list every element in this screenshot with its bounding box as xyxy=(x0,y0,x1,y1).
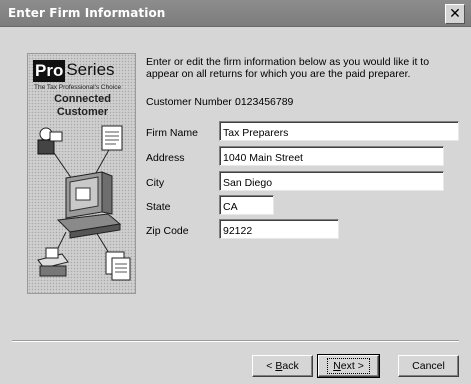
city-field[interactable] xyxy=(219,171,444,191)
customer-number-label: Customer Number : xyxy=(146,96,238,108)
logo-tagline: The Tax Professional's Choice xyxy=(34,84,122,91)
computer-network-illustration xyxy=(37,125,131,281)
back-button[interactable]: < Back xyxy=(252,355,313,377)
next-button-label: Next > xyxy=(327,358,370,374)
proseries-logo: Pro Series xyxy=(33,60,131,82)
branding-panel: Pro Series The Tax Professional's Choice… xyxy=(27,53,136,294)
zip-code-field[interactable] xyxy=(219,219,339,239)
close-icon: ✕ xyxy=(449,6,461,22)
brand-line-connected: Connected xyxy=(54,93,111,105)
firm-name-label: Firm Name xyxy=(146,127,198,139)
cancel-button[interactable]: Cancel xyxy=(398,355,459,377)
window-title: Enter Firm Information xyxy=(8,6,166,20)
intro-text: Enter or edit the firm information below… xyxy=(146,56,430,80)
city-label: City xyxy=(146,177,165,189)
logo-pro-text: Pro xyxy=(33,60,66,82)
firm-name-field[interactable] xyxy=(219,121,459,141)
logo-series-text: Series xyxy=(66,60,115,79)
close-button[interactable]: ✕ xyxy=(445,4,465,24)
address-field[interactable] xyxy=(219,146,444,166)
zip-code-label: Zip Code xyxy=(146,225,189,237)
title-bar: Enter Firm Information ✕ xyxy=(0,0,471,27)
next-button[interactable]: Next > xyxy=(317,354,380,378)
brand-line-customer: Customer xyxy=(56,106,109,118)
customer-number-value: 0123456789 xyxy=(235,96,294,108)
state-field[interactable] xyxy=(219,195,274,215)
dialog-body: Pro Series The Tax Professional's Choice… xyxy=(0,27,471,384)
cancel-button-label: Cancel xyxy=(412,360,445,372)
documents-stack-icon xyxy=(105,251,131,281)
address-label: Address xyxy=(146,152,185,164)
button-separator xyxy=(12,340,459,342)
back-button-label: < Back xyxy=(266,360,299,372)
computer-icon xyxy=(56,171,122,239)
person-icon xyxy=(37,127,63,155)
state-label: State xyxy=(146,201,171,213)
printer-icon xyxy=(37,247,69,277)
document-icon xyxy=(101,125,123,151)
